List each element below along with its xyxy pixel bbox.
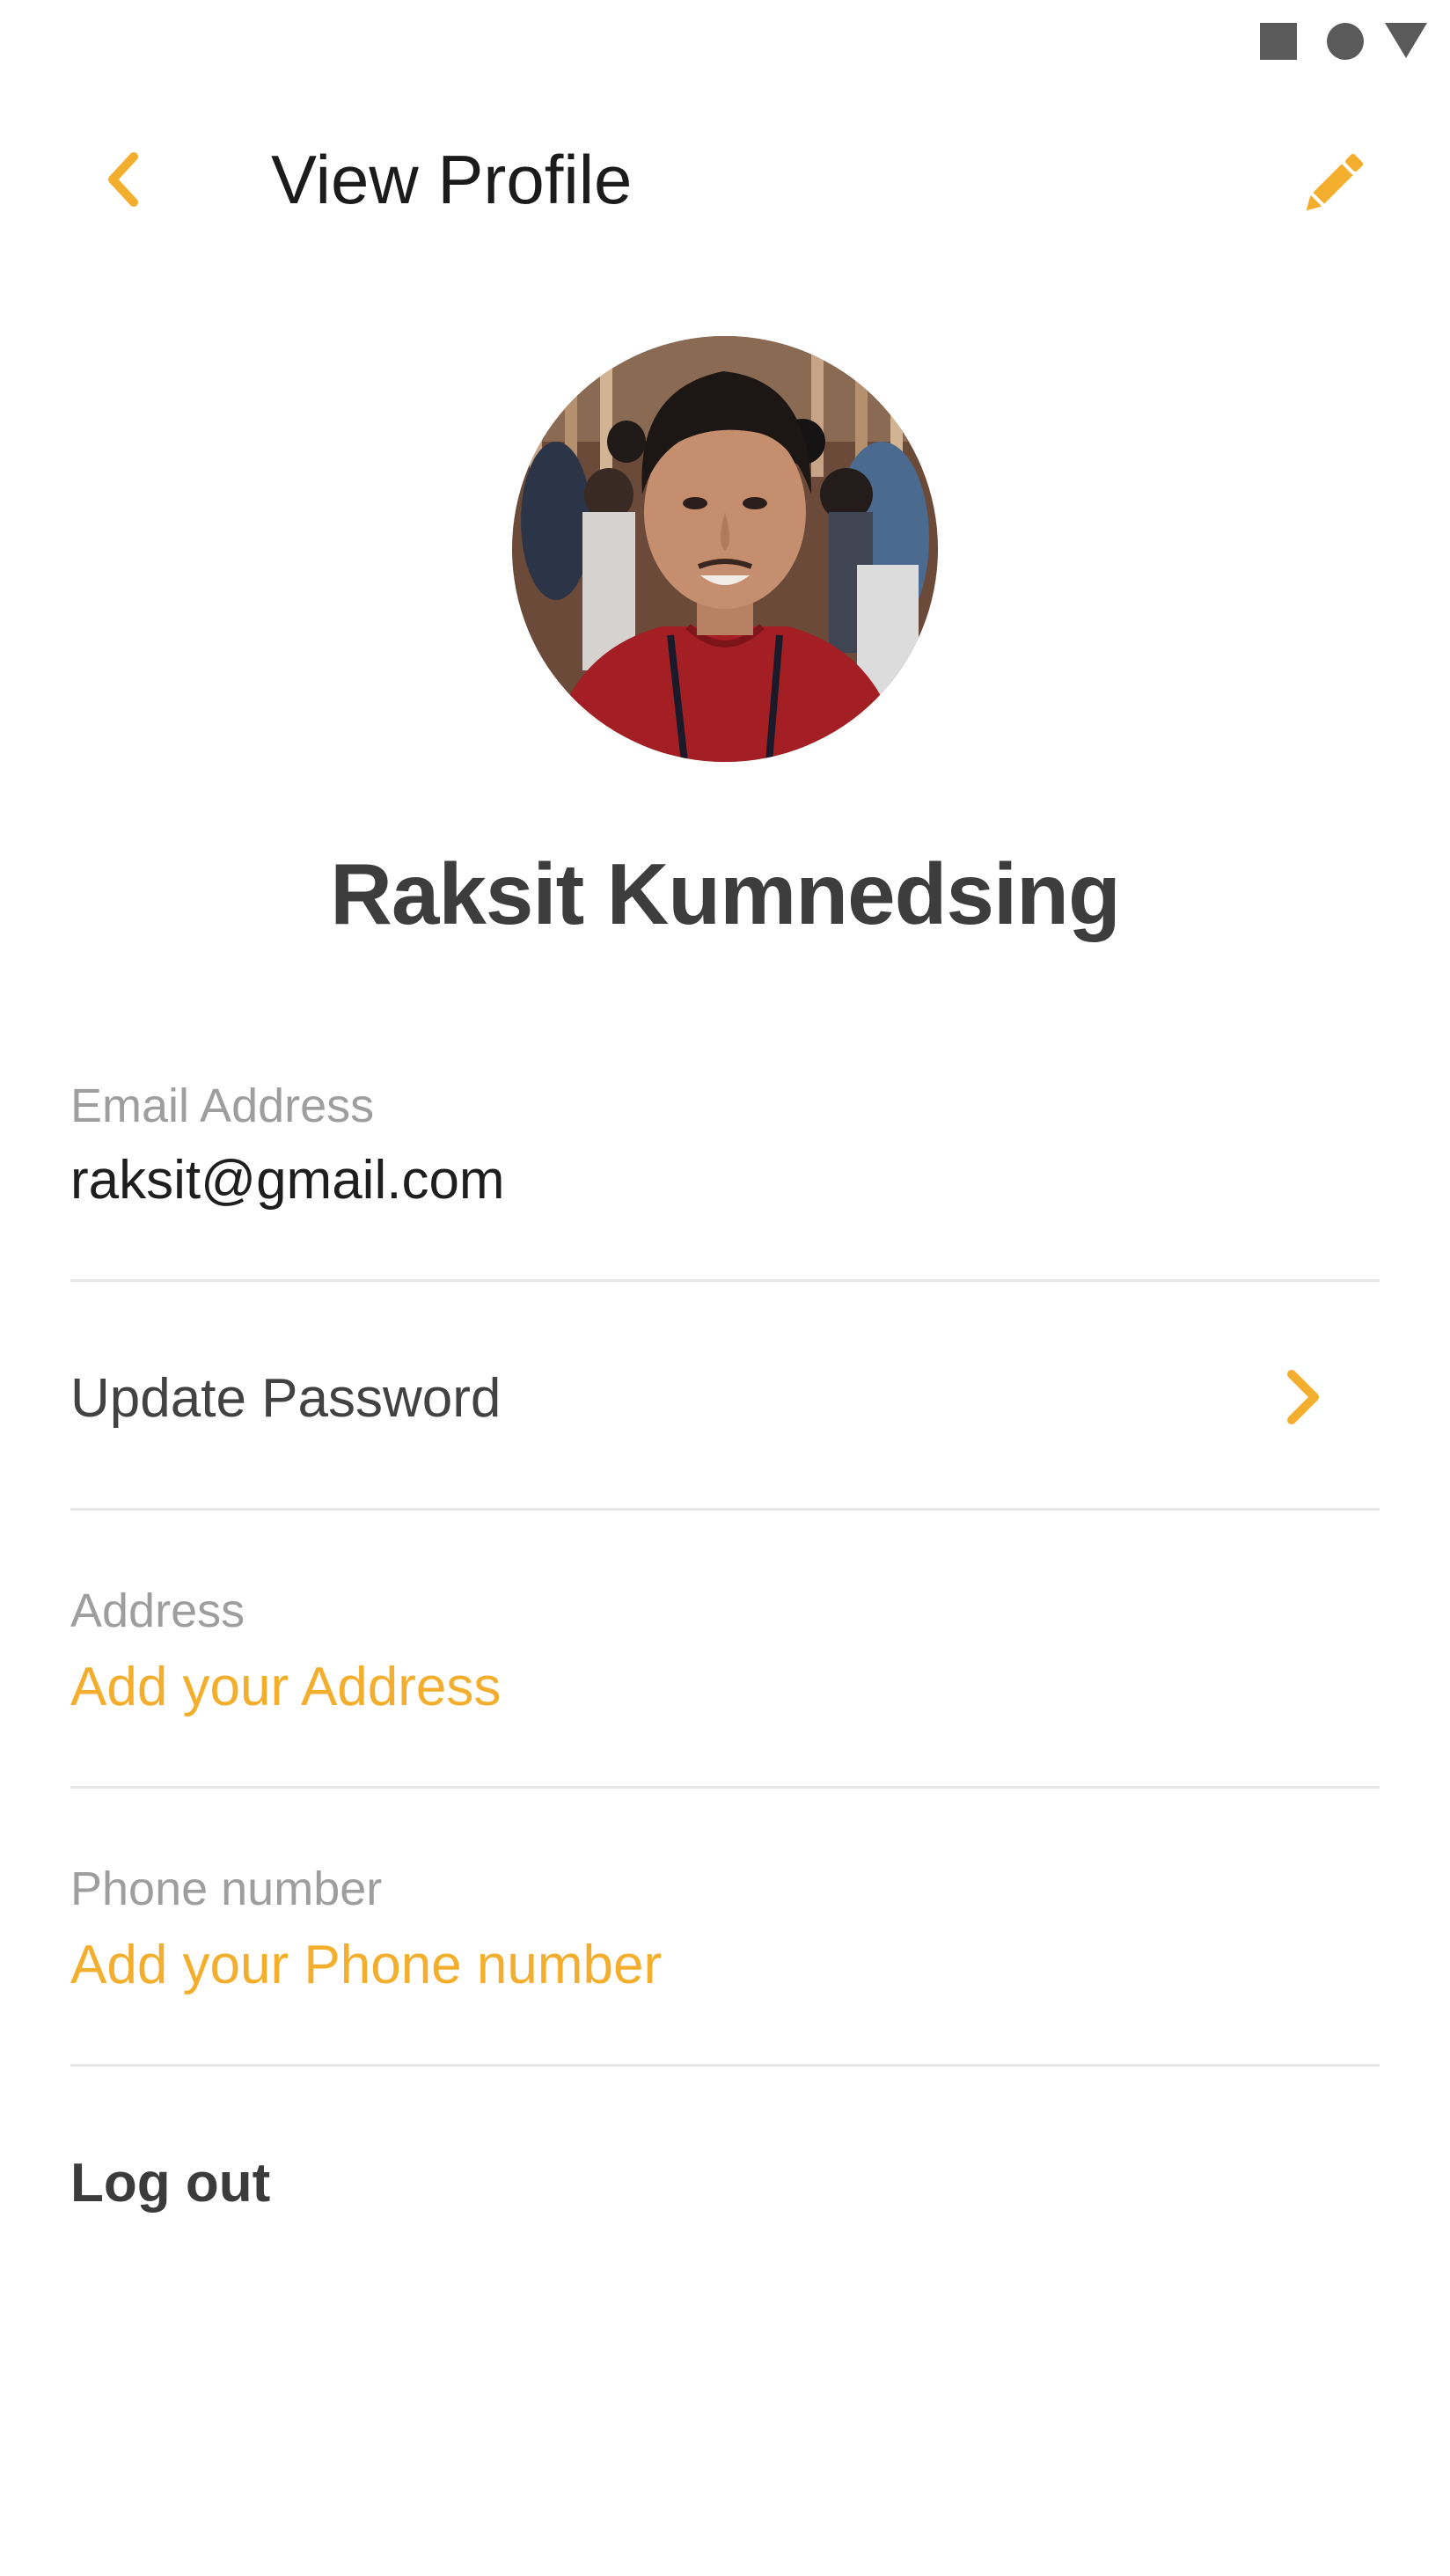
update-password-row[interactable]: Update Password bbox=[0, 1283, 1450, 1508]
profile-name: Raksit Kumnedsing bbox=[330, 845, 1121, 942]
phone-label: Phone number bbox=[70, 1862, 383, 1915]
address-label: Address bbox=[70, 1584, 245, 1637]
status-bar bbox=[0, 0, 1450, 88]
profile-photo[interactable] bbox=[512, 336, 938, 762]
record-circle-icon bbox=[1327, 23, 1364, 60]
chevron-left-icon bbox=[108, 152, 138, 207]
app-header: View Profile bbox=[0, 106, 1450, 264]
email-label: Email Address bbox=[70, 1079, 375, 1132]
divider bbox=[70, 1279, 1380, 1282]
stop-square-icon bbox=[1260, 23, 1297, 60]
update-password-label: Update Password bbox=[70, 1368, 502, 1429]
signal-triangle-icon bbox=[1385, 23, 1427, 58]
logout-button[interactable]: Log out bbox=[70, 2152, 270, 2214]
add-phone-link[interactable]: Add your Phone number bbox=[70, 1934, 662, 1996]
email-value: raksit@gmail.com bbox=[70, 1150, 505, 1211]
back-button[interactable] bbox=[92, 144, 162, 215]
divider bbox=[70, 1508, 1380, 1511]
add-address-link[interactable]: Add your Address bbox=[70, 1656, 501, 1718]
divider bbox=[70, 1786, 1380, 1789]
divider bbox=[70, 2064, 1380, 2067]
avatar-image bbox=[512, 336, 938, 762]
chevron-right-icon bbox=[1287, 1370, 1319, 1424]
pencil-icon bbox=[1306, 153, 1364, 211]
edit-profile-button[interactable] bbox=[1293, 144, 1373, 223]
page-title: View Profile bbox=[271, 141, 633, 218]
